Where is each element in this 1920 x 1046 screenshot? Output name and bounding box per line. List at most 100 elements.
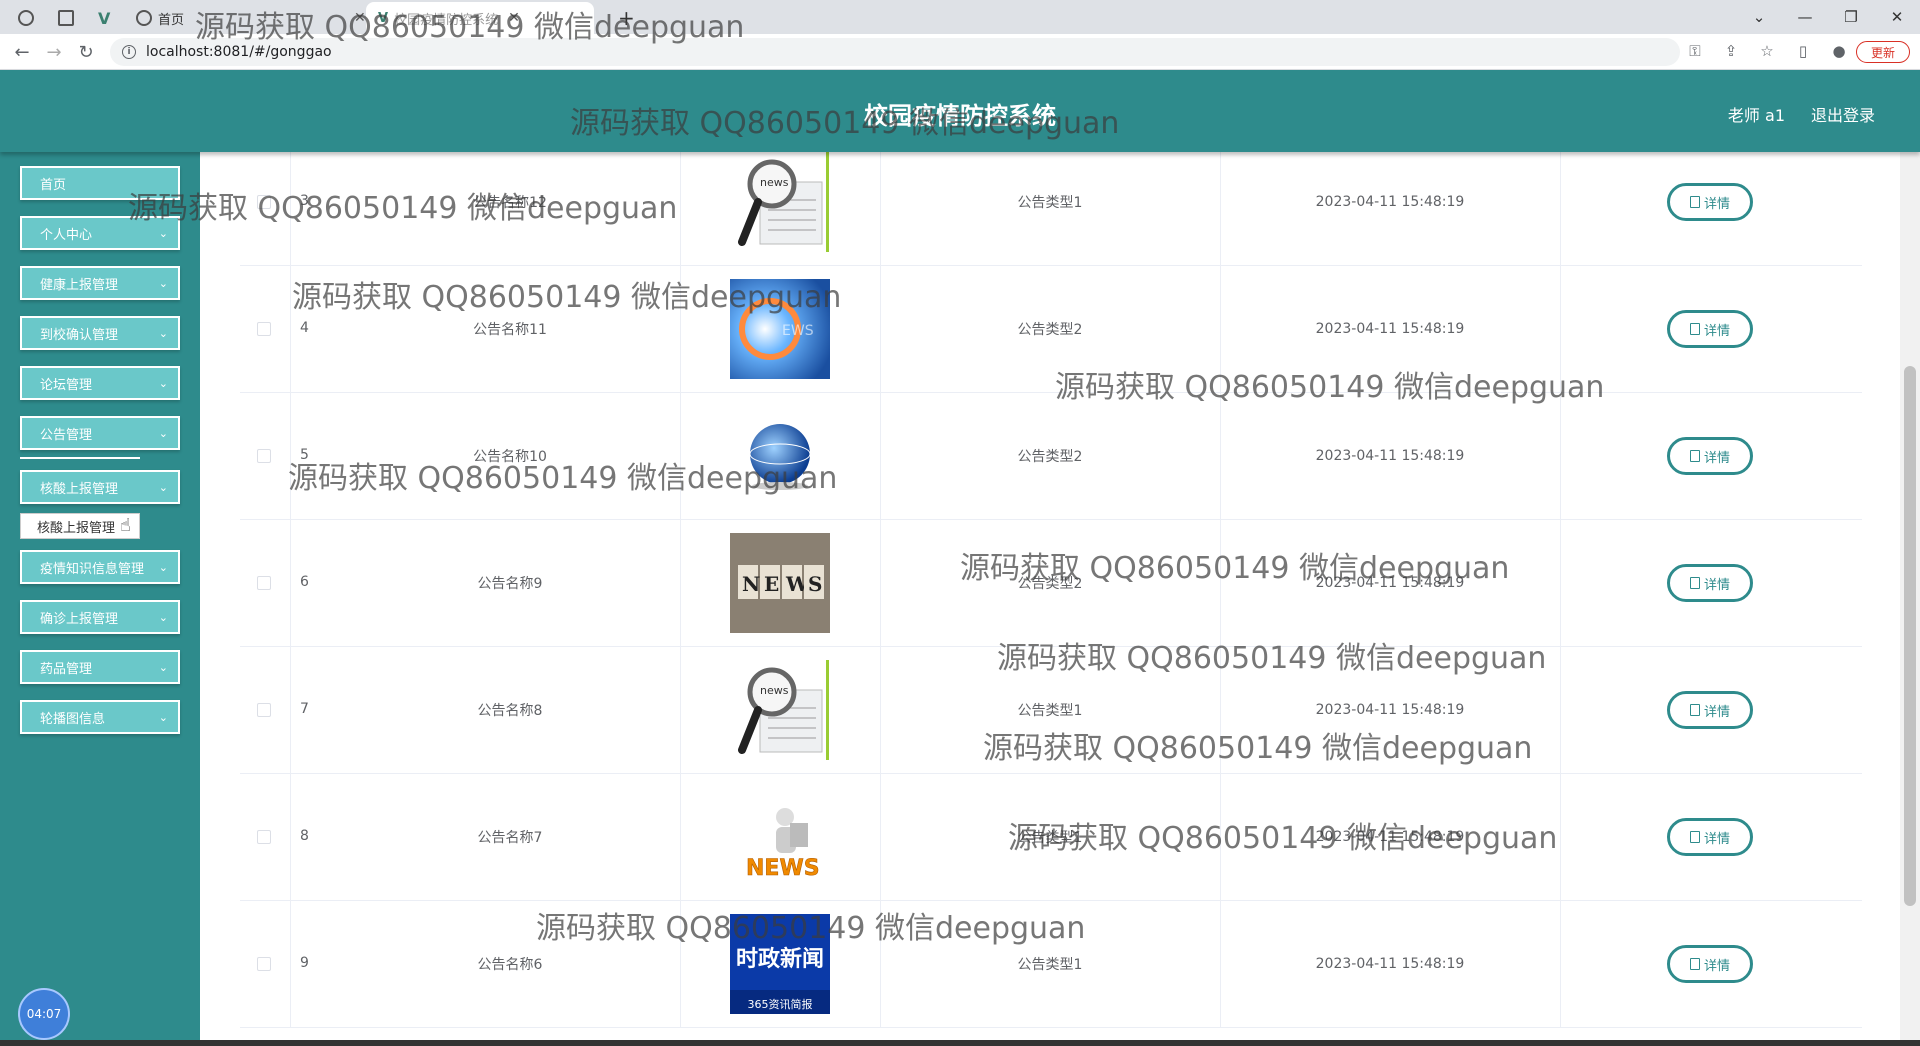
- news-thumbnail: news: [730, 152, 830, 252]
- submenu-divider: [20, 457, 140, 459]
- window-controls: ⌄ — ❐ ✕: [1736, 0, 1920, 34]
- row-index: 4: [300, 320, 309, 336]
- action-cell: 详情: [1560, 647, 1860, 773]
- row-index: 6: [300, 574, 309, 590]
- notice-image: NEWS: [680, 520, 880, 646]
- row-checkbox[interactable]: [257, 322, 271, 336]
- close-icon[interactable]: ✕: [354, 10, 366, 26]
- row-checkbox[interactable]: [257, 576, 271, 590]
- sidebar-item-1[interactable]: 个人中心 ⌄: [20, 216, 180, 250]
- forward-arrow-icon[interactable]: →: [42, 40, 66, 64]
- column-divider: [290, 647, 291, 773]
- minimize-icon[interactable]: —: [1782, 0, 1828, 34]
- blank-tab[interactable]: [58, 2, 80, 34]
- table-row: 3 公告名称12 news 公告类型1 2023-04-11 15:48:19 详情: [240, 152, 1862, 266]
- star-icon[interactable]: ☆: [1756, 40, 1778, 62]
- detail-button[interactable]: 详情: [1667, 183, 1753, 221]
- row-index: 8: [300, 828, 309, 844]
- browser-back-tab-icon[interactable]: [18, 2, 40, 34]
- document-icon: [1689, 577, 1700, 589]
- row-checkbox[interactable]: [257, 957, 271, 971]
- svg-text:EWS: EWS: [782, 323, 814, 339]
- hand-cursor-icon: ☝: [120, 515, 131, 536]
- sidebar-item-10[interactable]: 轮播图信息 ⌄: [20, 700, 180, 734]
- browser-toolbar: ← → ↻ i localhost:8081/#/gonggao ⚿ ⇪ ☆ ▯…: [0, 34, 1920, 70]
- detail-button[interactable]: 详情: [1667, 564, 1753, 602]
- sidebar-item-7[interactable]: 疫情知识信息管理 ⌄: [20, 550, 180, 584]
- document-icon: [1689, 196, 1700, 208]
- row-checkbox[interactable]: [257, 703, 271, 717]
- notice-type: 公告类型2: [1017, 576, 1083, 592]
- document-icon: [1689, 450, 1700, 462]
- tab-app[interactable]: V 校园疫情防控系统 ✕: [366, 2, 594, 34]
- detail-button[interactable]: 详情: [1667, 310, 1753, 348]
- tooltip-label: 核酸上报管理: [37, 520, 116, 536]
- scrollbar[interactable]: [1900, 152, 1920, 1046]
- notice-name: 公告名称12: [473, 195, 547, 211]
- notice-time: 2023-04-11 15:48:19: [1315, 448, 1465, 464]
- sidebar-item-label: 论坛管理: [40, 377, 93, 393]
- vue-tab[interactable]: V: [98, 2, 110, 34]
- restore-icon[interactable]: ❐: [1828, 0, 1874, 34]
- update-button[interactable]: 更新: [1856, 41, 1910, 63]
- sidebar-item-4[interactable]: 论坛管理 ⌄: [20, 366, 180, 400]
- detail-button[interactable]: 详情: [1667, 691, 1753, 729]
- sidebar-item-2[interactable]: 健康上报管理 ⌄: [20, 266, 180, 300]
- sidebar-item-8[interactable]: 确诊上报管理 ⌄: [20, 600, 180, 634]
- sidepanel-icon[interactable]: ▯: [1792, 40, 1814, 62]
- chevron-down-icon[interactable]: ⌄: [1736, 0, 1782, 34]
- column-divider: [290, 152, 291, 265]
- chevron-down-icon: ⌄: [158, 481, 168, 494]
- share-icon[interactable]: ⇪: [1720, 40, 1742, 62]
- vue-logo-icon: V: [98, 8, 111, 28]
- sidebar-item-0[interactable]: 首页: [20, 166, 180, 200]
- svg-text:N: N: [742, 572, 760, 596]
- chevron-down-icon: ⌄: [158, 427, 168, 440]
- svg-text:S: S: [808, 572, 822, 596]
- new-tab-button[interactable]: +: [618, 2, 635, 34]
- notice-name: 公告名称11: [473, 322, 547, 338]
- detail-button[interactable]: 详情: [1667, 945, 1753, 983]
- profile-icon[interactable]: ●: [1828, 40, 1850, 62]
- document-icon: [1689, 831, 1700, 843]
- close-icon[interactable]: ✕: [1874, 0, 1920, 34]
- scrollbar-thumb[interactable]: [1904, 366, 1916, 906]
- back-arrow-icon[interactable]: ←: [10, 40, 34, 64]
- action-cell: 详情: [1560, 774, 1860, 900]
- sidebar-item-5[interactable]: 公告管理 ⌄: [20, 416, 180, 450]
- sidebar-item-label: 核酸上报管理: [40, 481, 119, 497]
- notice-name: 公告名称8: [477, 703, 543, 719]
- info-icon[interactable]: i: [122, 45, 136, 59]
- taskbar-strip: [0, 1040, 1920, 1046]
- logout-link[interactable]: 退出登录: [1811, 102, 1875, 126]
- address-bar[interactable]: i localhost:8081/#/gonggao: [110, 38, 1680, 66]
- detail-button[interactable]: 详情: [1667, 437, 1753, 475]
- notice-name: 公告名称10: [473, 449, 547, 465]
- user-name: 老师 a1: [1727, 106, 1785, 125]
- chevron-down-icon: ⌄: [158, 711, 168, 724]
- notice-image: [680, 393, 880, 519]
- sidebar-item-3[interactable]: 到校确认管理 ⌄: [20, 316, 180, 350]
- row-checkbox[interactable]: [257, 830, 271, 844]
- tab-home-label: 首页: [158, 12, 185, 28]
- notice-time: 2023-04-11 15:48:19: [1315, 321, 1465, 337]
- sidebar-item-9[interactable]: 药品管理 ⌄: [20, 650, 180, 684]
- sidebar-item-6[interactable]: 核酸上报管理 ⌄: [20, 470, 180, 504]
- detail-button[interactable]: 详情: [1667, 818, 1753, 856]
- tab-home[interactable]: 首页 ✕: [136, 2, 366, 34]
- sidebar-item-label: 疫情知识信息管理: [40, 561, 145, 577]
- reload-icon[interactable]: ↻: [74, 40, 98, 64]
- row-checkbox[interactable]: [257, 195, 271, 209]
- key-icon[interactable]: ⚿: [1684, 40, 1706, 62]
- sidebar-item-label: 轮播图信息: [40, 711, 106, 727]
- row-checkbox[interactable]: [257, 449, 271, 463]
- action-cell: 详情: [1560, 901, 1860, 1027]
- detail-button-label: 详情: [1703, 450, 1730, 466]
- svg-text:NEWS: NEWS: [746, 856, 820, 881]
- notice-image: news: [680, 152, 880, 265]
- sidebar-item-label: 健康上报管理: [40, 277, 119, 293]
- notice-image: EWS: [680, 266, 880, 392]
- action-cell: 详情: [1560, 393, 1860, 519]
- detail-button-label: 详情: [1703, 831, 1730, 847]
- close-icon[interactable]: ✕: [508, 10, 520, 26]
